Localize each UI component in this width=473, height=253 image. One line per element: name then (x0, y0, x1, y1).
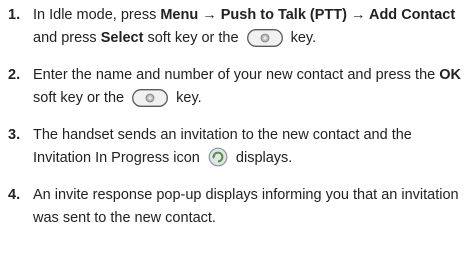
step-2: 2. Enter the name and number of your new… (8, 64, 470, 115)
text-run: soft key or the (143, 30, 243, 46)
menu-path: Menu → Push to Talk (PTT) → Add Contact (160, 7, 456, 23)
invitation-in-progress-icon (208, 147, 228, 175)
instruction-steps: 1. In Idle mode, press Menu → Push to Ta… (8, 4, 470, 239)
text-run: key. (286, 30, 317, 46)
step-text: Enter the name and number of your new co… (33, 64, 470, 115)
text-run: An invite response pop-up displays infor… (33, 187, 459, 226)
text-run: key. (172, 90, 202, 106)
soft-key-name: Select (100, 30, 144, 46)
step-number: 2. (8, 67, 21, 83)
step-number: 1. (8, 7, 21, 23)
step-number: 3. (8, 127, 21, 143)
soft-key-name: OK (439, 67, 461, 83)
step-4: 4. An invite response pop-up displays in… (8, 184, 470, 230)
text-run: Enter the name and number of your new co… (33, 67, 440, 83)
select-key-icon (246, 29, 283, 55)
select-key-icon (132, 89, 169, 115)
step-text: An invite response pop-up displays infor… (33, 184, 470, 230)
step-text: In Idle mode, press Menu → Push to Talk … (33, 4, 470, 55)
text-run: In Idle mode, press (33, 7, 161, 23)
step-1: 1. In Idle mode, press Menu → Push to Ta… (8, 4, 470, 55)
text-run: displays. (231, 150, 293, 166)
step-text: The handset sends an invitation to the n… (33, 124, 470, 175)
step-3: 3. The handset sends an invitation to th… (8, 124, 470, 175)
text-run: soft key or the (33, 90, 129, 106)
step-number: 4. (8, 187, 21, 203)
text-run: and press (33, 30, 101, 46)
